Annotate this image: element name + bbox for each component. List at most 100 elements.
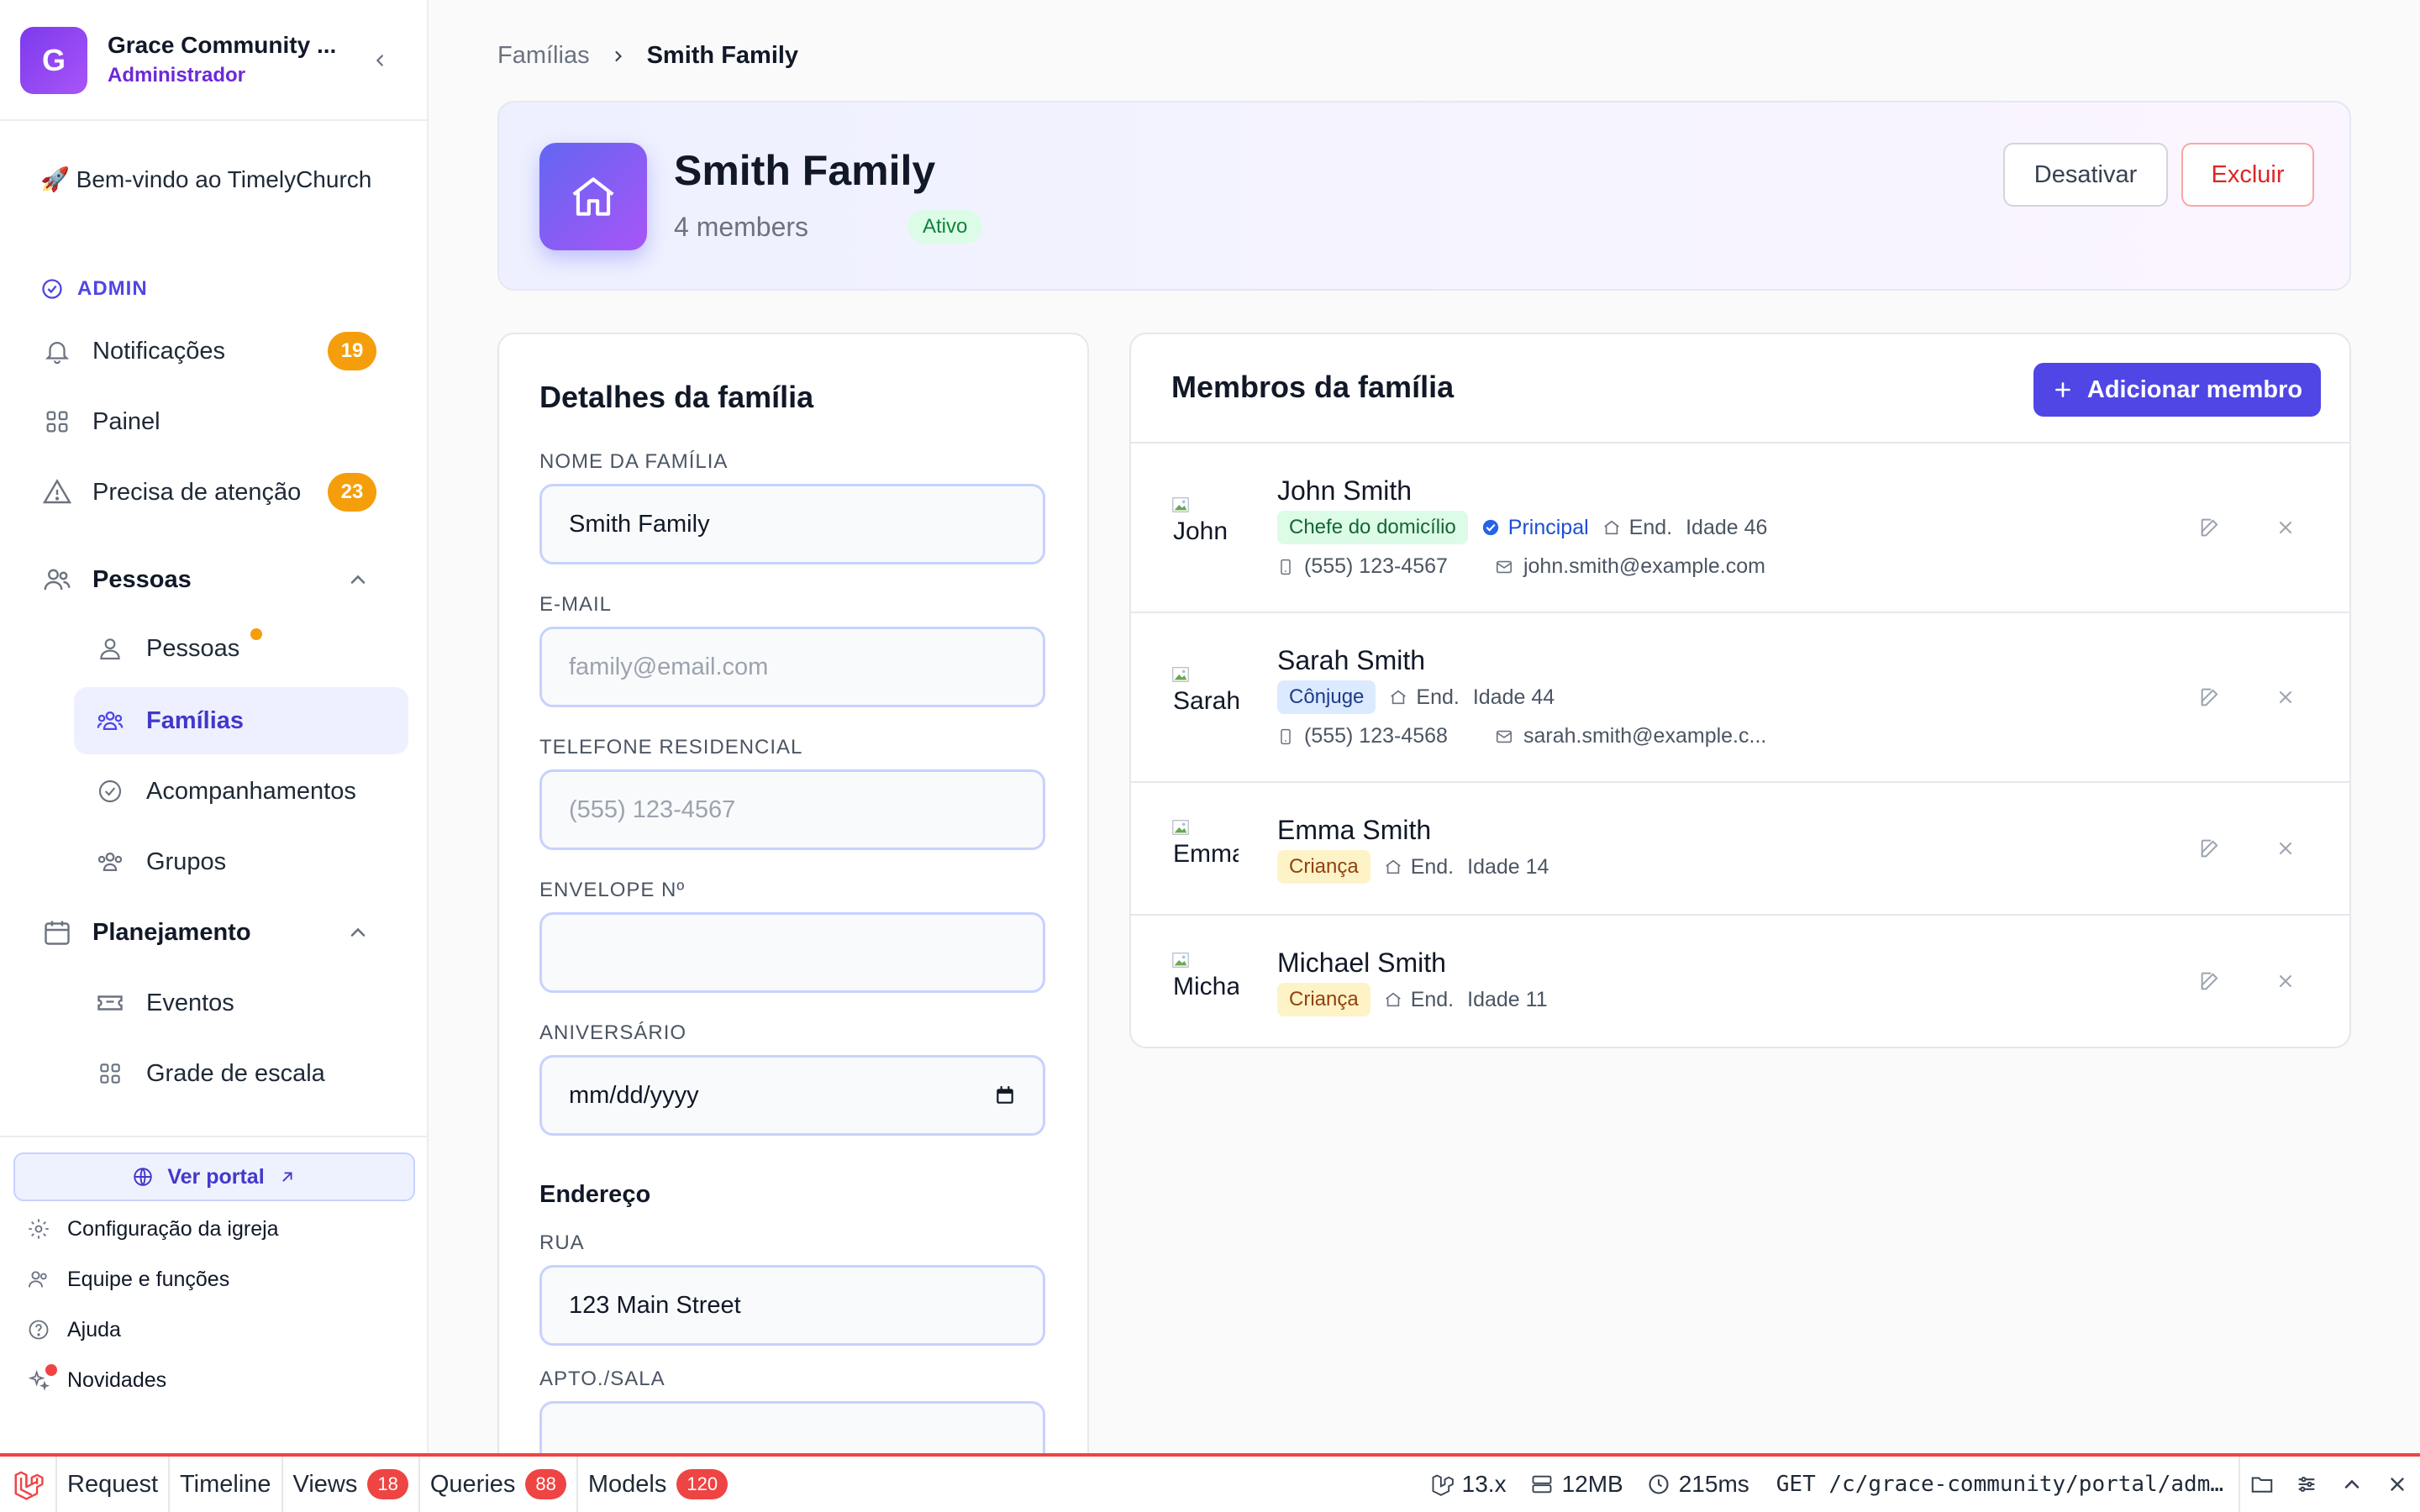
sidebar-item-events[interactable]: Eventos <box>74 969 408 1037</box>
edit-member-button[interactable] <box>2193 680 2227 714</box>
member-contact: (555) 123-4568 sarah.smith@example.c... <box>1277 724 1766 748</box>
apt-label: APTO./SALA <box>539 1368 666 1390</box>
phone-icon <box>1281 559 1291 575</box>
edit-member-button[interactable] <box>2193 964 2227 998</box>
deactivate-button[interactable]: Desativar <box>2003 143 2168 207</box>
calendar-icon <box>45 921 70 945</box>
bell-icon <box>45 342 70 365</box>
tab-label: Models <box>587 1470 667 1498</box>
remove-member-button[interactable] <box>2269 832 2302 865</box>
member-avatar: Emma <box>1171 818 1239 885</box>
anniversary-date-field[interactable]: mm/dd/yyyy <box>539 1055 1045 1136</box>
sidebar-item-groups[interactable]: Grupos <box>74 828 408 895</box>
edit-member-button[interactable] <box>2193 832 2227 865</box>
sidebar-item-notifications[interactable]: Notificações 19 <box>34 319 395 383</box>
member-phone: (555) 123-4567 <box>1304 554 1448 578</box>
home-icon <box>572 177 614 216</box>
remove-member-button[interactable] <box>2269 680 2302 714</box>
open-storage-button[interactable] <box>2238 1457 2284 1512</box>
sidebar-group-planning[interactable]: Planejamento <box>34 900 395 964</box>
address-indicator: End. <box>1384 988 1454 1012</box>
sidebar-item-schedule-grid[interactable]: Grade de escala <box>74 1040 408 1107</box>
home-phone-field[interactable]: (555) 123-4567 <box>539 769 1045 850</box>
sidebar-item-families[interactable]: Famílias <box>74 687 408 754</box>
member-age: Idade 11 <box>1467 987 1548 1011</box>
member-actions <box>2193 832 2302 865</box>
sidebar-item-label: Eventos <box>146 989 234 1016</box>
email-info: sarah.smith@example.c... <box>1495 724 1766 748</box>
family-name-field[interactable]: Smith Family <box>539 484 1045 564</box>
close-icon <box>2280 843 2291 854</box>
notification-count-badge: 19 <box>328 332 376 370</box>
phone-info: (555) 123-4567 <box>1277 554 1448 579</box>
edit-member-button[interactable] <box>2193 511 2227 544</box>
sidebar: G Grace Community ... Administrador 🚀 Be… <box>0 0 429 1453</box>
org-header[interactable]: G Grace Community ... Administrador <box>0 0 427 121</box>
member-row[interactable]: John John Smith Chefe do domicílio Princ… <box>1131 444 2349 613</box>
role-badge: Criança <box>1277 850 1370 884</box>
debugbar-tab-queries[interactable]: Queries 88 <box>420 1457 578 1512</box>
family-details-card: Detalhes da família NOME DA FAMÍLIA Smit… <box>497 333 1089 1509</box>
breadcrumb-families-link[interactable]: Famílias <box>497 42 590 70</box>
settings-button[interactable] <box>2284 1457 2329 1512</box>
primary-label: Principal <box>1507 515 1589 539</box>
sidebar-item-needs-attention[interactable]: Precisa de atenção 23 <box>34 460 395 524</box>
address-label: End. <box>1628 515 1673 539</box>
request-duration: 215ms <box>1635 1471 1761 1498</box>
mail-icon <box>1496 730 1512 743</box>
sidebar-item-dashboard[interactable]: Painel <box>34 390 395 454</box>
sidebar-item-label: Famílias <box>146 706 245 734</box>
member-row[interactable]: Michael Michael Smith Criança End. Idade… <box>1131 916 2349 1047</box>
help-link[interactable]: Ajuda <box>27 1309 121 1351</box>
member-meta: Criança End. Idade 14 <box>1277 850 1549 884</box>
footer-link-label: Ajuda <box>67 1317 121 1341</box>
member-row[interactable]: Emma Emma Smith Criança End. Idade 14 <box>1131 783 2349 916</box>
member-row[interactable]: Sarah Sarah Smith Cônjuge End. Idade 44 … <box>1131 613 2349 783</box>
phone-info: (555) 123-4568 <box>1277 724 1448 748</box>
whats-new-link[interactable]: Novidades <box>27 1359 166 1401</box>
org-name: Grace Community ... <box>108 32 337 58</box>
sidebar-group-people[interactable]: Pessoas <box>34 548 395 612</box>
sidebar-item-label: Grade de escala <box>146 1059 325 1087</box>
close-debugbar-button[interactable] <box>2375 1457 2420 1512</box>
collapse-sidebar-button[interactable] <box>363 44 397 77</box>
add-member-button[interactable]: Adicionar membro <box>2033 363 2321 417</box>
grid-icon <box>100 1063 120 1084</box>
sidebar-group-label: Planejamento <box>92 918 251 946</box>
request-route[interactable]: GET /c/grace-community/portal/adm… <box>1761 1472 2238 1497</box>
sliders-icon <box>2298 1477 2315 1492</box>
sidebar-item-followups[interactable]: Acompanhamentos <box>74 758 408 825</box>
primary-indicator: Principal <box>1481 516 1589 540</box>
remove-member-button[interactable] <box>2269 511 2302 544</box>
laravel-icon <box>1432 1474 1454 1496</box>
view-portal-button[interactable]: Ver portal <box>13 1152 415 1201</box>
debugbar-tab-models[interactable]: Models 120 <box>578 1457 738 1512</box>
remove-member-button[interactable] <box>2269 964 2302 998</box>
delete-button[interactable]: Excluir <box>2181 143 2314 207</box>
home-phone-placeholder: (555) 123-4567 <box>569 795 736 823</box>
debugbar-tab-timeline[interactable]: Timeline <box>170 1457 283 1512</box>
home-icon <box>1385 859 1401 874</box>
member-meta: Chefe do domicílio Principal End. Idade … <box>1277 511 1767 544</box>
debugbar-tab-request[interactable]: Request <box>57 1457 171 1512</box>
team-roles-link[interactable]: Equipe e funções <box>27 1258 229 1300</box>
street-field[interactable]: 123 Main Street <box>539 1265 1045 1346</box>
family-members-card: Membros da família Adicionar membro John… <box>1129 333 2351 1048</box>
envelope-number-field[interactable] <box>539 912 1045 993</box>
debugbar-tab-views[interactable]: Views 18 <box>283 1457 420 1512</box>
models-count-badge: 120 <box>676 1469 729 1499</box>
edit-icon <box>2201 839 2218 858</box>
address-indicator: End. <box>1602 516 1672 540</box>
church-settings-link[interactable]: Configuração da igreja <box>27 1208 279 1250</box>
member-age: Idade 46 <box>1686 515 1768 539</box>
maximize-button[interactable] <box>2329 1457 2375 1512</box>
calendar-icon[interactable] <box>994 1084 1016 1106</box>
home-icon <box>1603 520 1619 535</box>
email-placeholder: family@email.com <box>569 653 769 680</box>
email-field[interactable]: family@email.com <box>539 627 1045 707</box>
sidebar-item-people[interactable]: Pessoas <box>74 615 408 682</box>
section-admin-label: ADMIN <box>77 277 148 300</box>
debugbar-logo[interactable] <box>0 1457 57 1512</box>
check-badge-icon <box>98 780 122 803</box>
family-header-card: Smith Family 4 members Ativo Desativar E… <box>497 101 2351 291</box>
